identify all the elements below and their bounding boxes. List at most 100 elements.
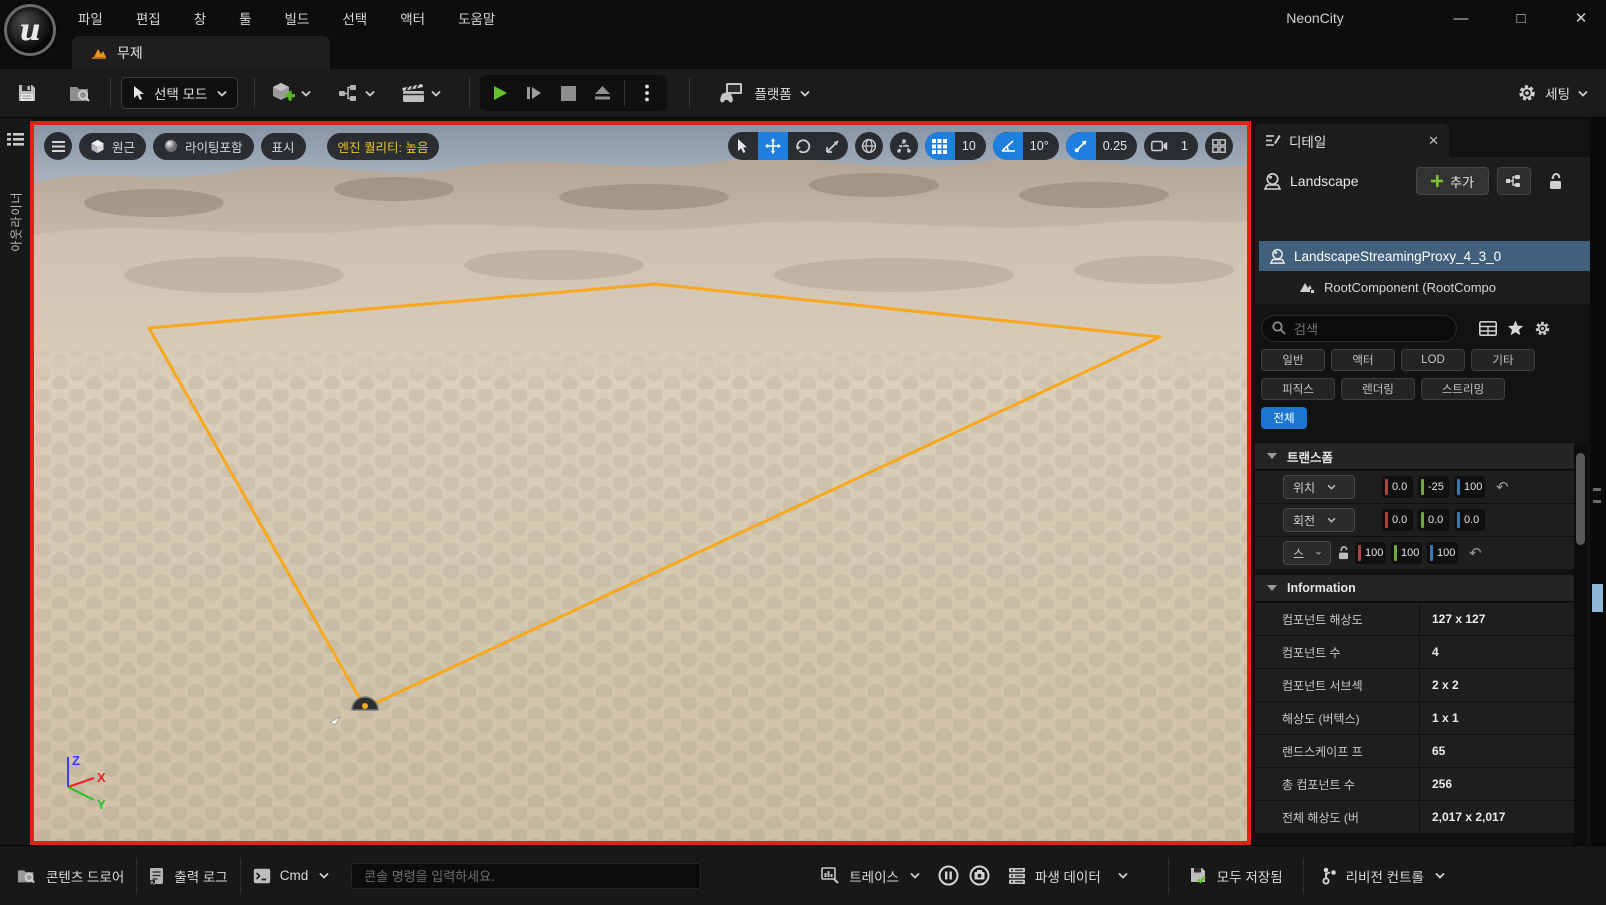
play-button[interactable] [484, 77, 516, 109]
engine-quality-badge[interactable]: 엔진 퀄리티: 높음 [326, 132, 440, 160]
save-status[interactable]: 모두 저장됨 [1169, 857, 1303, 895]
scale-x-field[interactable]: 100 [1355, 542, 1386, 564]
component-tree-selected-row[interactable]: LandscapeStreamingProxy_4_3_0 [1259, 241, 1590, 271]
scale-snap-icon [1065, 132, 1096, 160]
content-drawer-label: 콘텐츠 드로어 [46, 869, 125, 885]
details-tab[interactable]: 디테일 ✕ [1255, 124, 1449, 157]
minimize-button[interactable]: — [1444, 3, 1478, 33]
transform-section-header[interactable]: 트랜스폼 [1255, 442, 1575, 470]
trace-status-icon[interactable] [938, 865, 959, 886]
revision-control-dropdown[interactable]: 리비전 컨트롤 [1304, 857, 1463, 895]
menu-file[interactable]: 파일 [75, 6, 106, 30]
select-tool-button[interactable] [728, 132, 758, 160]
scale-tool-button[interactable] [818, 132, 848, 160]
display-filter-icon[interactable] [1479, 320, 1497, 336]
save-button[interactable] [12, 78, 42, 108]
filter-general[interactable]: 일반 [1261, 349, 1325, 371]
info-row-landscape: 랜드스케이프 프 65 [1255, 734, 1575, 768]
menu-help[interactable]: 도움말 [455, 6, 498, 30]
world-local-toggle[interactable] [854, 132, 883, 160]
filter-misc[interactable]: 기타 [1471, 349, 1535, 371]
scale-y-field[interactable]: 100 [1391, 542, 1422, 564]
filter-lod[interactable]: LOD [1401, 349, 1465, 371]
scale-lock-icon[interactable] [1337, 546, 1350, 560]
info-row-vertex-resolution: 해상도 (버텍스) 1 x 1 [1255, 701, 1575, 735]
settings-dropdown[interactable]: 세팅 [1517, 83, 1588, 103]
location-z-field[interactable]: 100 [1454, 476, 1485, 498]
rotation-x-field[interactable]: 0.0 [1382, 509, 1413, 531]
blueprints-dropdown[interactable] [331, 83, 381, 103]
filter-streaming[interactable]: 스트리밍 [1421, 378, 1505, 400]
platforms-dropdown[interactable]: 플랫폼 [712, 81, 815, 105]
show-dropdown[interactable]: 표시 [260, 132, 306, 160]
surface-snapping-button[interactable] [889, 132, 918, 160]
stop-button[interactable] [552, 77, 584, 109]
lit-sphere-icon [165, 140, 178, 152]
scale-dropdown[interactable]: 스 [1283, 541, 1331, 565]
location-dropdown[interactable]: 위치 [1283, 475, 1355, 499]
content-browser-button[interactable] [64, 79, 96, 108]
level-tab[interactable]: 무제 [72, 36, 330, 69]
cinematics-dropdown[interactable] [395, 83, 447, 104]
trace-dropdown[interactable]: 트레이스 [809, 857, 932, 895]
root-component-row[interactable]: RootComponent (RootCompo [1259, 273, 1590, 301]
favorites-star-icon[interactable] [1507, 320, 1524, 336]
rotate-tool-button[interactable] [788, 132, 818, 160]
camera-icon [1144, 132, 1174, 160]
select-mode-dropdown[interactable]: 선택 모드 [121, 77, 239, 109]
play-options-kebab[interactable] [631, 77, 663, 109]
outliner-collapsed-tab[interactable]: 아웃라이너 [0, 118, 30, 845]
filter-physics[interactable]: 피직스 [1261, 378, 1335, 400]
content-drawer-button[interactable]: 콘텐츠 드로어 [4, 857, 136, 895]
level-viewport[interactable]: Z X Y 원근 라이팅포함 표시 엔진 퀄리티: 높음 10 10° 0.25… [30, 121, 1251, 845]
add-component-button[interactable]: 추가 [1416, 167, 1489, 195]
rotation-z-field[interactable]: 0.0 [1454, 509, 1485, 531]
rotation-dropdown[interactable]: 회전 [1283, 508, 1355, 532]
location-x-field[interactable]: 0.0 [1382, 476, 1413, 498]
menu-build[interactable]: 빌드 [282, 6, 313, 30]
cmd-dropdown[interactable]: Cmd [241, 857, 342, 895]
filter-rendering[interactable]: 렌더링 [1341, 378, 1415, 400]
details-close-icon[interactable]: ✕ [1428, 133, 1439, 149]
scale-z-field[interactable]: 100 [1427, 542, 1458, 564]
rotation-label: 회전 [1293, 513, 1316, 528]
details-scrollbar-thumb[interactable] [1576, 453, 1585, 545]
menu-select[interactable]: 선택 [339, 6, 370, 30]
information-section-header[interactable]: Information [1255, 574, 1575, 602]
eject-button[interactable] [586, 77, 618, 109]
camera-speed-control[interactable]: 1 [1144, 132, 1198, 160]
unlock-icon[interactable] [1539, 167, 1573, 195]
maximize-button[interactable]: □ [1504, 3, 1538, 33]
location-y-field[interactable]: -25 [1418, 476, 1449, 498]
viewport-layout-button[interactable] [1205, 132, 1233, 160]
viewport-options-button[interactable] [44, 132, 72, 160]
grid-snap-control[interactable]: 10 [924, 132, 986, 160]
perspective-dropdown[interactable]: 원근 [79, 132, 147, 160]
menu-window[interactable]: 창 [191, 6, 209, 30]
details-search-input[interactable]: 검색 [1261, 314, 1457, 342]
edit-blueprint-button[interactable] [1496, 167, 1531, 195]
console-input[interactable]: 콘솔 명령을 입력하세요. [351, 862, 702, 889]
details-settings-gear-icon[interactable] [1534, 320, 1551, 337]
rotation-snap-control[interactable]: 10° [992, 132, 1059, 160]
move-tool-button[interactable] [757, 132, 788, 160]
filter-actor[interactable]: 액터 [1331, 349, 1395, 371]
add-actor-dropdown[interactable] [265, 81, 317, 105]
menu-edit[interactable]: 편집 [133, 6, 164, 30]
details-scrollbar[interactable] [1574, 445, 1587, 845]
info-row-overall-resolution: 전체 해상도 (버 2,017 x 2,017 [1255, 800, 1575, 834]
output-log-button[interactable]: 출력 로그 [137, 857, 239, 895]
menu-tools[interactable]: 툴 [236, 6, 254, 30]
filter-all[interactable]: 전체 [1261, 407, 1307, 429]
location-reset-icon[interactable]: ↶ [1496, 478, 1509, 496]
view-mode-dropdown[interactable]: 라이팅포함 [153, 132, 254, 160]
menu-actor[interactable]: 액터 [397, 6, 428, 30]
close-button[interactable]: ✕ [1564, 3, 1598, 33]
frame-skip-button[interactable] [518, 77, 550, 109]
trace-snapshot-icon[interactable] [969, 865, 990, 886]
rotation-y-field[interactable]: 0.0 [1418, 509, 1449, 531]
scale-reset-icon[interactable]: ↶ [1469, 544, 1482, 562]
derived-data-dropdown[interactable]: 파생 데이터 [996, 857, 1140, 895]
unreal-logo-icon[interactable]: u [4, 4, 56, 56]
scale-snap-control[interactable]: 0.25 [1065, 132, 1138, 160]
